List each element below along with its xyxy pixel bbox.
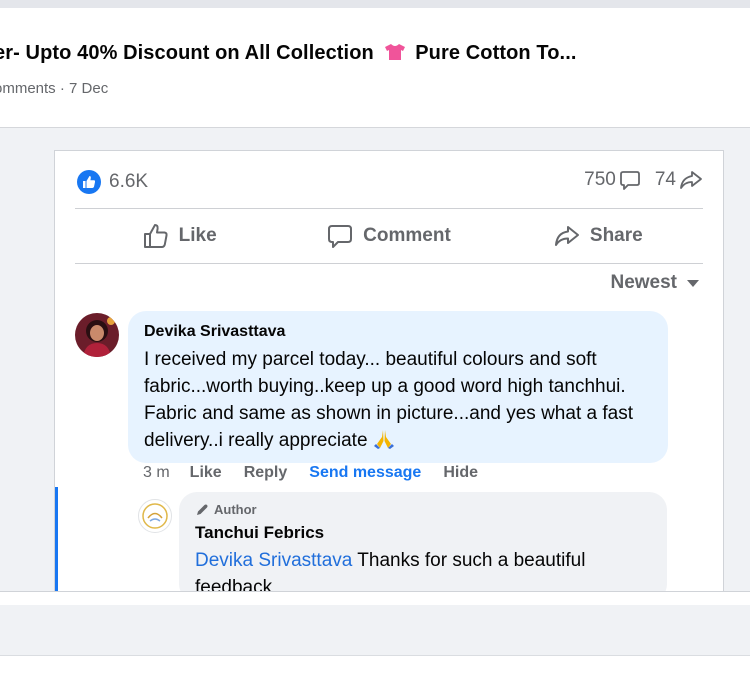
comment-actions: 3 m Like Reply Send message Hide: [143, 464, 500, 482]
reply-thread-line: [55, 487, 58, 591]
t-shirt-emoji-icon: [384, 43, 406, 61]
author-badge-label: Author: [214, 502, 257, 517]
engagement-counts: 750 74: [584, 169, 703, 191]
divider-bottom: [75, 263, 703, 264]
footer-strip: [0, 591, 750, 605]
share-button-label: Share: [589, 225, 643, 246]
footer-edge: [0, 655, 750, 678]
comment-icon: [328, 225, 353, 248]
like-thumb-icon: [77, 170, 101, 194]
post-title-right: Pure Cotton To...: [415, 42, 577, 64]
hide-link[interactable]: Hide: [443, 464, 478, 482]
share-icon: [554, 226, 579, 246]
like-button-label: Like: [178, 225, 217, 246]
post-card: 6.6K 750 74 Like Comment Share Newest De…: [54, 150, 724, 591]
author-badge: Author: [195, 502, 651, 517]
footer-panel: [0, 605, 750, 655]
post-title-left: er- Upto 40% Discount on All Collection: [0, 42, 374, 64]
pen-icon: [197, 504, 208, 515]
reaction-summary[interactable]: 6.6K: [77, 169, 148, 195]
share-count-value: 74: [654, 169, 676, 190]
reply-text: Devika Srivasttava Thanks for such a bea…: [195, 547, 651, 591]
post-header: er- Upto 40% Discount on All Collection …: [0, 0, 750, 128]
comment-bubble[interactable]: Devika Srivasttava I received my parcel …: [128, 311, 668, 463]
comment-author[interactable]: Devika Srivasttava: [144, 323, 652, 341]
comment-text: I received my parcel today... beautiful …: [144, 346, 652, 454]
comment-like-link[interactable]: Like: [190, 464, 222, 482]
like-button[interactable]: Like: [75, 209, 284, 263]
thumb-up-icon: [143, 224, 168, 248]
comment-count[interactable]: 750: [584, 169, 641, 191]
post-title[interactable]: er- Upto 40% Discount on All Collection …: [0, 42, 577, 65]
share-button[interactable]: Share: [494, 209, 703, 263]
share-count[interactable]: 74: [655, 169, 703, 191]
reply-author[interactable]: Tanchui Febrics: [195, 523, 651, 543]
avatar-tanchui[interactable]: [138, 499, 172, 533]
reply-mention[interactable]: Devika Srivasttava: [195, 550, 352, 571]
folded-hands-emoji-icon: [373, 429, 395, 449]
post-meta: omments · 7 Dec: [0, 80, 109, 97]
comment-button[interactable]: Comment: [284, 209, 493, 263]
share-arrow-icon: [680, 171, 702, 189]
comment-time[interactable]: 3 m: [143, 464, 170, 482]
sort-label: Newest: [610, 272, 677, 293]
send-message-link[interactable]: Send message: [309, 464, 421, 482]
reply-bubble[interactable]: Author Tanchui Febrics Devika Srivasttav…: [179, 492, 667, 591]
avatar-devika[interactable]: [75, 313, 119, 357]
post-actions: Like Comment Share: [75, 209, 703, 263]
reaction-count: 6.6K: [109, 171, 149, 192]
comment-count-value: 750: [584, 169, 616, 190]
caret-down-icon: [687, 279, 699, 287]
comment-sort-dropdown[interactable]: Newest: [610, 272, 699, 294]
comment-reply-link[interactable]: Reply: [244, 464, 288, 482]
comment-button-label: Comment: [363, 225, 451, 246]
speech-bubble-icon: [619, 171, 640, 190]
